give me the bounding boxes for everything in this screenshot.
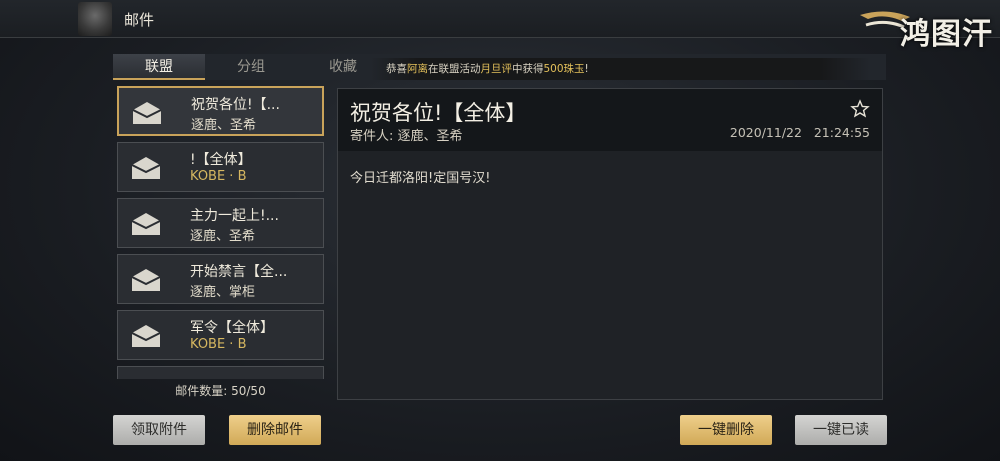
- mail-sender: KOBE · B: [190, 169, 247, 184]
- envelope-icon: [131, 157, 161, 179]
- mail-subject: 开始禁言【全...: [190, 264, 288, 280]
- envelope-icon: [131, 269, 161, 291]
- mail-sender: 逐鹿、掌柜: [190, 285, 256, 300]
- notice-prefix: 恭喜: [386, 63, 407, 75]
- mail-subject: 军令【全体】: [190, 320, 274, 336]
- avatar[interactable]: [78, 2, 112, 36]
- star-icon[interactable]: [850, 99, 870, 119]
- notice-player: 阿离: [407, 63, 428, 75]
- delete-mail-button[interactable]: 删除邮件: [229, 415, 321, 445]
- read-all-button[interactable]: 一键已读: [795, 415, 887, 445]
- mail-timestamp: 2020/11/22 21:24:55: [730, 125, 870, 140]
- mail-subject: 主力一起上!...: [190, 208, 279, 224]
- mail-content-panel: 祝贺各位!【全体】 寄件人: 逐鹿、圣希 2020/11/22 21:24:55…: [337, 88, 883, 400]
- tab-alliance[interactable]: 联盟: [113, 54, 205, 80]
- list-item[interactable]: 军令【全体】 KOBE · B: [117, 310, 324, 360]
- mail-title: 祝贺各位!【全体】: [350, 101, 527, 125]
- mail-body: 今日迁都洛阳!定国号汉!: [350, 171, 491, 186]
- mail-header: 祝贺各位!【全体】 寄件人: 逐鹿、圣希 2020/11/22 21:24:55: [338, 89, 882, 151]
- delete-all-button[interactable]: 一键删除: [680, 415, 772, 445]
- envelope-icon: [132, 102, 162, 124]
- mail-sender: 逐鹿、圣希: [190, 229, 256, 244]
- notice-suffix: 中获得: [512, 63, 544, 75]
- mail-subject: 祝贺各位!【...: [191, 97, 280, 113]
- mail-date: 2020/11/22: [729, 125, 802, 140]
- page-title: 邮件: [124, 11, 155, 29]
- mail-sender: KOBE · B: [190, 337, 247, 352]
- list-item[interactable]: 祝贺各位!【... 逐鹿、圣希: [117, 86, 324, 136]
- list-item[interactable]: !【全体】 KOBE · B: [117, 142, 324, 192]
- mail-sender-line: 寄件人: 逐鹿、圣希: [350, 129, 463, 144]
- broadcast-notice: 恭喜阿离在联盟活动月旦评中获得500珠玉!: [370, 58, 870, 80]
- mail-subject: !【全体】: [190, 152, 252, 168]
- game-logo: 鸿图汗: [856, 3, 996, 55]
- top-bar: 邮件 鸿图汗: [0, 0, 1000, 52]
- notice-end: !: [584, 63, 589, 75]
- collect-attachment-button[interactable]: 领取附件: [113, 415, 205, 445]
- notice-reward: 500珠玉: [543, 63, 585, 75]
- list-item[interactable]: [117, 366, 324, 379]
- mail-list: 祝贺各位!【... 逐鹿、圣希 !【全体】 KOBE · B 主力一起上!...…: [113, 84, 328, 379]
- tab-group[interactable]: 分组: [205, 54, 297, 80]
- mail-sender: 逐鹿、圣希: [191, 118, 257, 133]
- list-item[interactable]: 开始禁言【全... 逐鹿、掌柜: [117, 254, 324, 304]
- notice-middle: 在联盟活动: [428, 63, 481, 75]
- mail-count: 邮件数量: 50/50: [175, 384, 266, 398]
- list-item[interactable]: 主力一起上!... 逐鹿、圣希: [117, 198, 324, 248]
- envelope-icon: [131, 213, 161, 235]
- envelope-icon: [131, 325, 161, 347]
- notice-activity: 月旦评: [480, 63, 513, 75]
- logo-text: 鸿图汗: [900, 17, 993, 52]
- mail-time: 21:24:55: [813, 125, 870, 140]
